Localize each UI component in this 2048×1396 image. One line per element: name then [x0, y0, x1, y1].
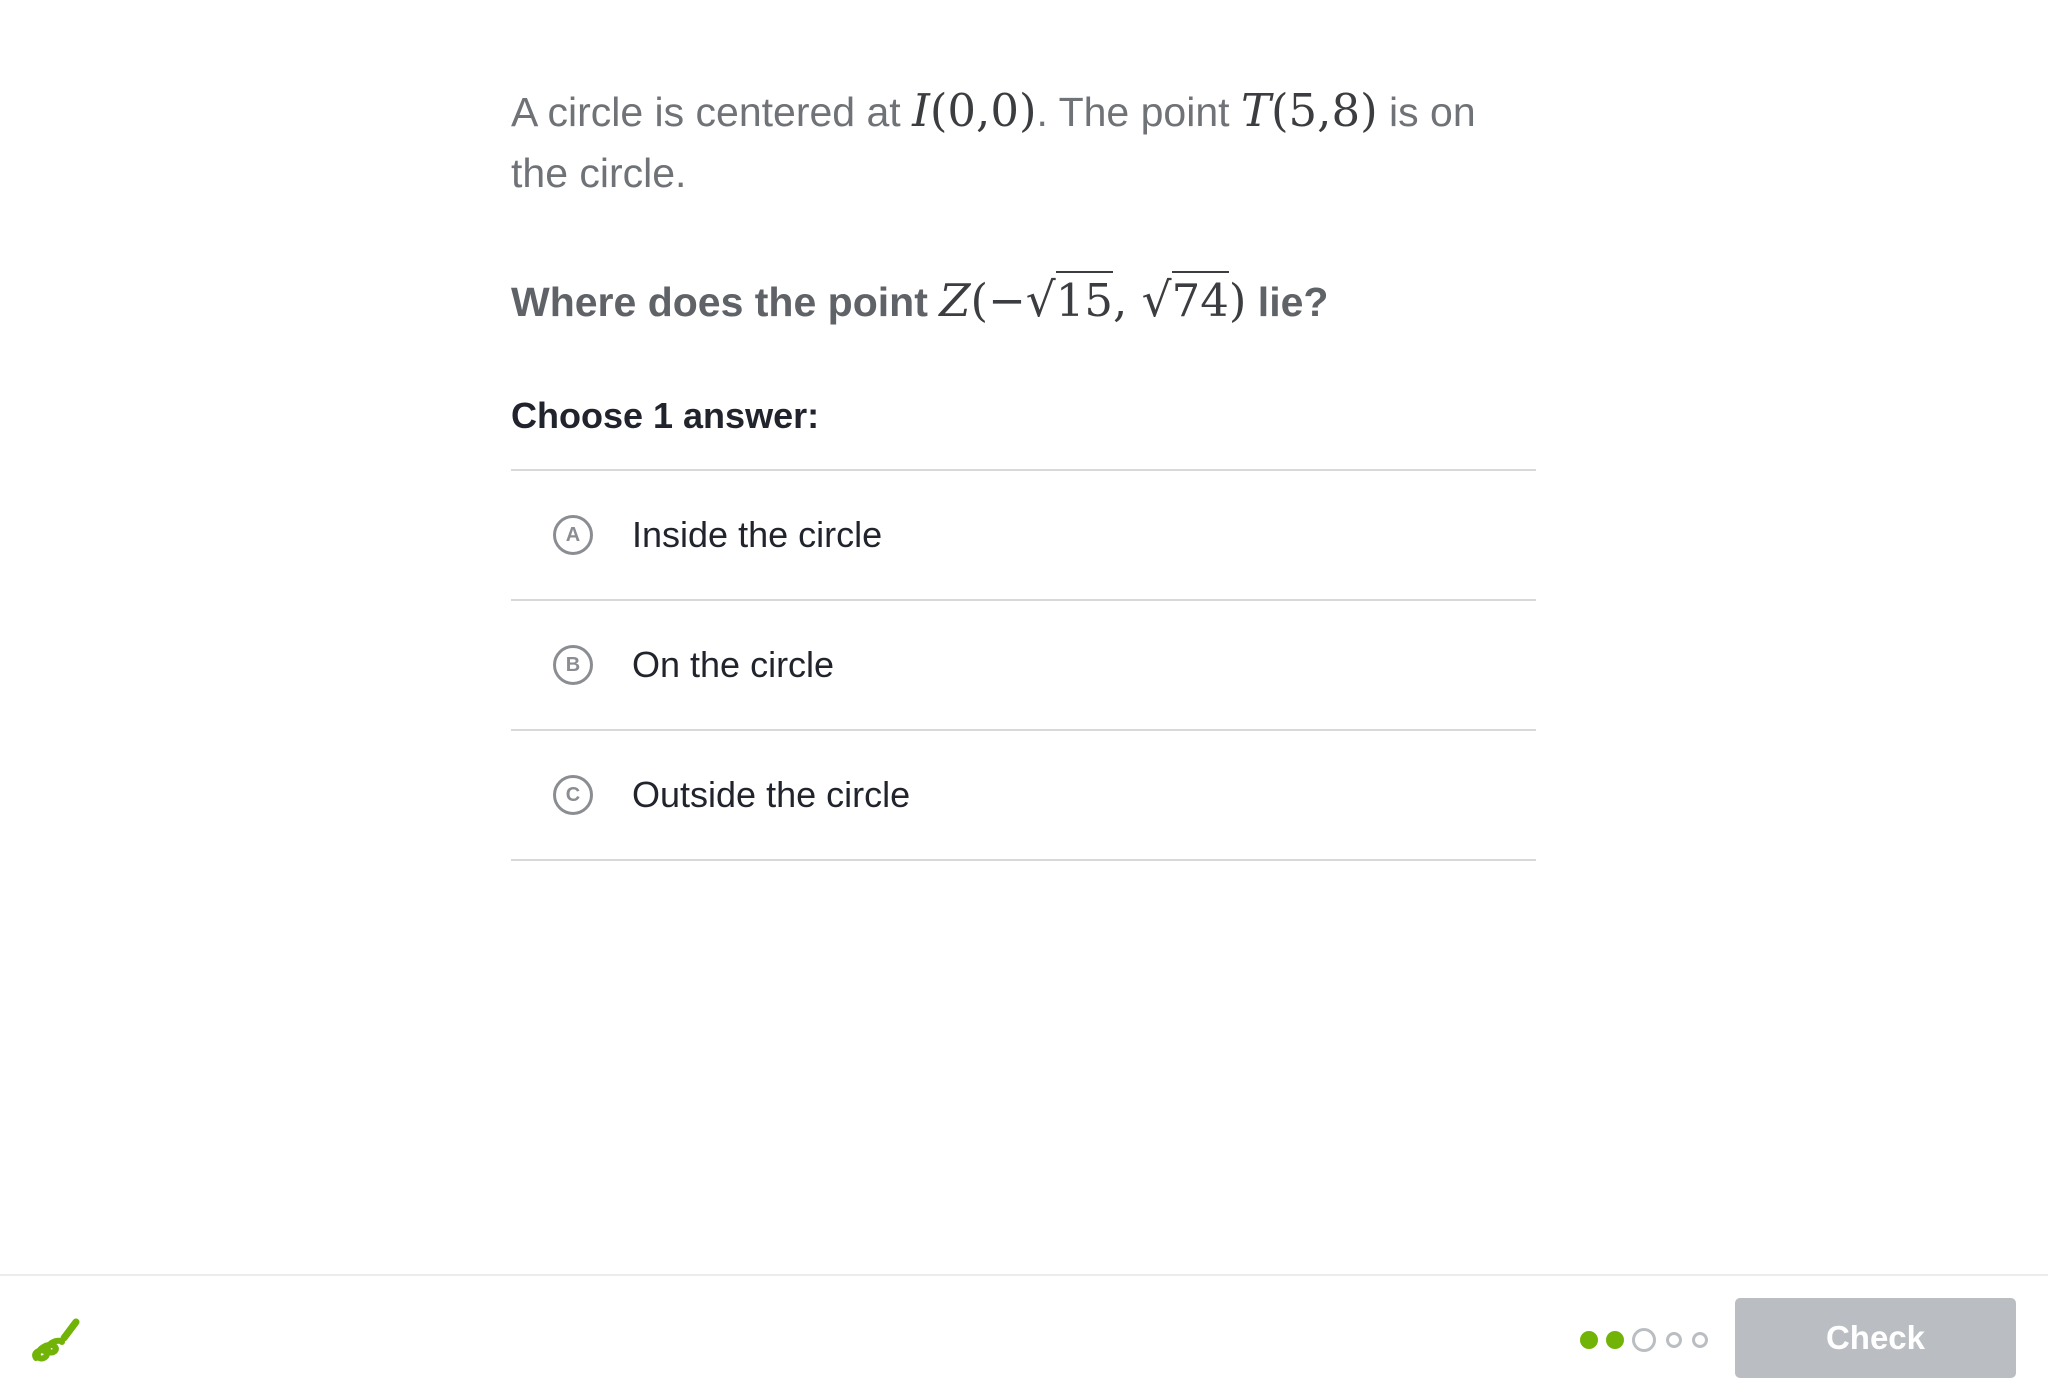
- khan-academy-pen-icon: [32, 1318, 80, 1362]
- choice-label: Outside the circle: [632, 774, 911, 815]
- progress-dots: [1580, 1328, 1716, 1352]
- choice-c[interactable]: C Outside the circle: [511, 731, 1536, 861]
- math-coords: (5,8): [1270, 84, 1378, 137]
- problem-text: A circle is centered at: [511, 89, 913, 135]
- choose-label: Choose 1 answer:: [511, 395, 820, 436]
- math-comma: ,: [1113, 274, 1142, 327]
- math-var: Z: [939, 274, 971, 327]
- sqrt-icon: √: [1025, 273, 1056, 328]
- choice-letter-icon: B: [553, 645, 593, 685]
- answer-choices: A Inside the circle B On the circle C Ou…: [511, 469, 1536, 861]
- math-question-point: Z(−√15, √74): [939, 271, 1247, 328]
- math-var: I: [912, 84, 930, 137]
- exercise-content: A circle is centered at I(0,0). The poin…: [511, 80, 1536, 861]
- math-open: (−: [970, 274, 1026, 327]
- choice-label: On the circle: [632, 644, 835, 685]
- question-text: lie?: [1246, 279, 1329, 325]
- question: Where does the point Z(−√15, √74) lie?: [511, 270, 1536, 333]
- math-radicand: 15: [1055, 271, 1114, 327]
- progress-dot-pending: [1666, 1332, 1682, 1348]
- math-center: I(0,0): [912, 84, 1036, 137]
- sqrt-icon: √: [1141, 273, 1172, 328]
- exercise-page: A circle is centered at I(0,0). The poin…: [0, 0, 2048, 1396]
- problem-statement: A circle is centered at I(0,0). The poin…: [511, 80, 1536, 204]
- math-var: T: [1240, 84, 1271, 137]
- choice-label: Inside the circle: [632, 514, 883, 555]
- math-close: ): [1228, 274, 1247, 327]
- math-coords: (0,0): [929, 84, 1037, 137]
- progress-dot-complete: [1580, 1331, 1598, 1349]
- progress-dot-current: [1632, 1328, 1656, 1352]
- exercise-footer: Check: [0, 1274, 2048, 1396]
- progress-dot-pending: [1692, 1332, 1708, 1348]
- question-text: Where does the point: [511, 279, 940, 325]
- problem-text: . The point: [1036, 89, 1241, 135]
- choice-letter-icon: C: [553, 775, 593, 815]
- progress-dot-complete: [1606, 1331, 1624, 1349]
- choice-a[interactable]: A Inside the circle: [511, 471, 1536, 601]
- choice-b[interactable]: B On the circle: [511, 601, 1536, 731]
- math-radicand: 74: [1171, 271, 1229, 327]
- check-button[interactable]: Check: [1735, 1298, 2016, 1378]
- choice-letter-icon: A: [553, 515, 593, 555]
- math-point: T(5,8): [1241, 84, 1378, 137]
